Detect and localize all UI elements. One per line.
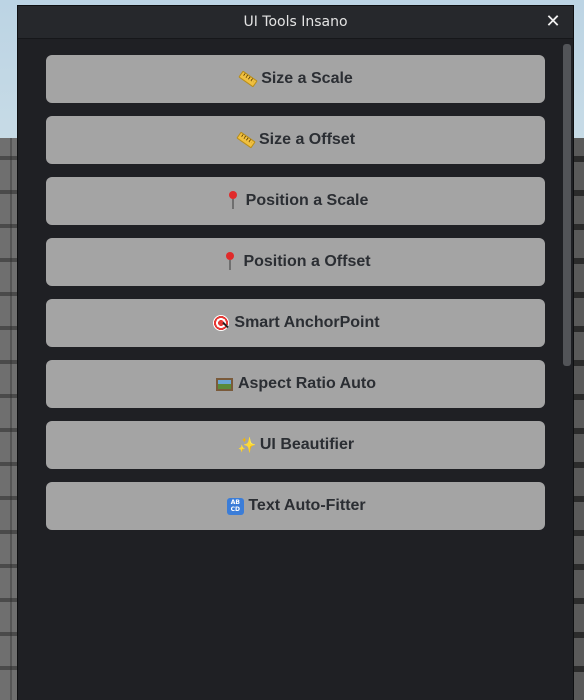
ui-beautifier-button[interactable]: ✨ UI Beautifier [46, 421, 545, 469]
close-icon[interactable]: ✕ [543, 12, 563, 32]
tool-list: Size a Scale Size a Offset Position a Sc… [18, 40, 573, 700]
ruler-icon [238, 69, 258, 89]
target-icon [211, 313, 231, 333]
button-label: Smart AnchorPoint [234, 314, 380, 331]
pushpin-icon [220, 252, 240, 272]
abcd-icon: AB CD [225, 496, 245, 516]
button-label: Position a Offset [243, 253, 371, 270]
scrollbar-thumb[interactable] [563, 44, 571, 366]
button-label: UI Beautifier [259, 436, 355, 453]
window-title: UI Tools Insano [243, 14, 348, 30]
sparkles-icon: ✨ [237, 436, 257, 454]
button-label: Size a Offset [258, 131, 356, 148]
pushpin-icon [223, 191, 243, 211]
smart-anchorpoint-button[interactable]: Smart AnchorPoint [46, 299, 545, 347]
aspect-ratio-auto-button[interactable]: Aspect Ratio Auto [46, 360, 545, 408]
button-label: Aspect Ratio Auto [237, 375, 377, 392]
button-label: Size a Scale [261, 70, 353, 87]
ruler-icon [236, 130, 256, 150]
picture-icon [215, 374, 235, 394]
button-label: Position a Scale [245, 192, 369, 209]
position-scale-button[interactable]: Position a Scale [46, 177, 545, 225]
size-offset-button[interactable]: Size a Offset [46, 116, 545, 164]
button-label: Text Auto-Fitter [248, 497, 366, 514]
text-auto-fitter-button[interactable]: AB CD Text Auto-Fitter [46, 482, 545, 530]
baseplate-edge [574, 138, 584, 700]
position-offset-button[interactable]: Position a Offset [46, 238, 545, 286]
window-titlebar[interactable]: UI Tools Insano ✕ [18, 6, 573, 39]
plugin-window: UI Tools Insano ✕ Size a Scale Size a Of… [17, 5, 574, 700]
size-scale-button[interactable]: Size a Scale [46, 55, 545, 103]
